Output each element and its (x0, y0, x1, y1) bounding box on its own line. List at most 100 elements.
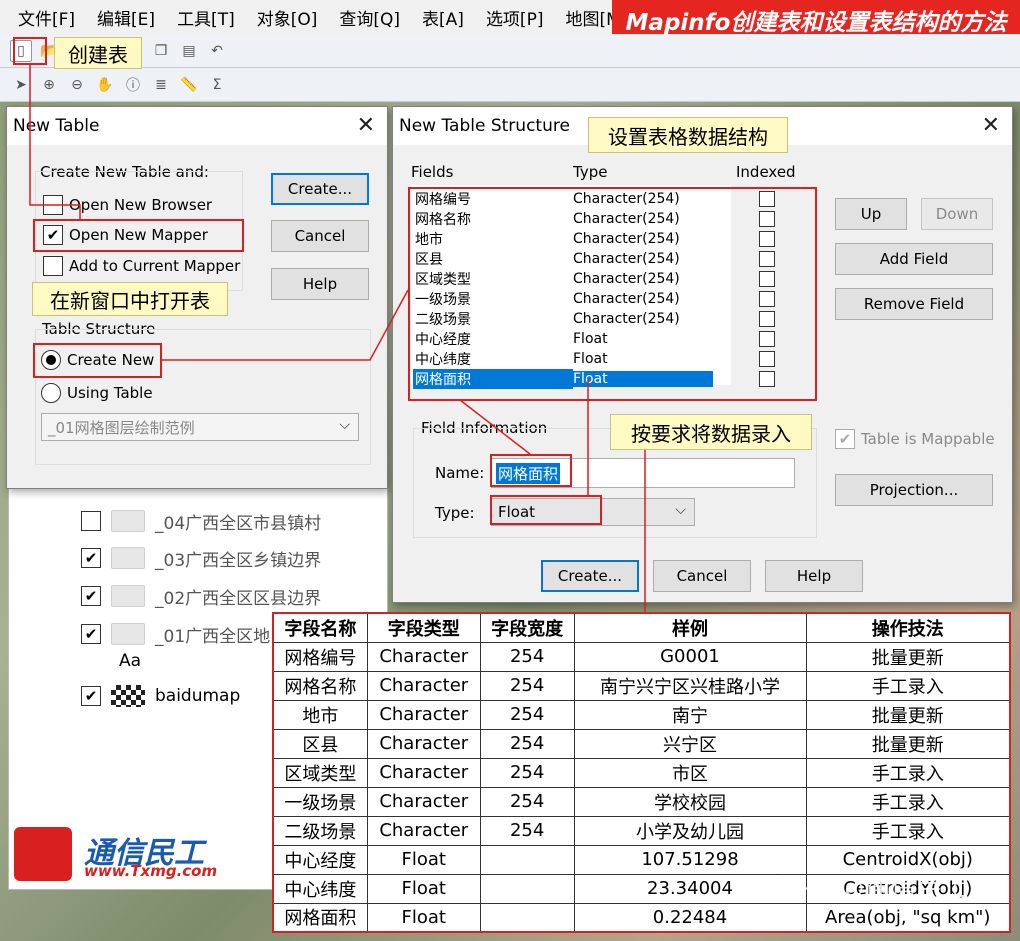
using-table-radio[interactable]: Using Table (41, 383, 153, 403)
layer-row[interactable]: ✔ _01广西全区地 (81, 619, 270, 649)
layer-name: _03广西全区乡镇边界 (155, 550, 322, 571)
up-button[interactable]: Up (835, 198, 907, 230)
create-button[interactable]: Create... (271, 173, 369, 205)
type-header: Type (573, 163, 608, 181)
layer-row[interactable]: ✔ baidumap (81, 681, 240, 711)
pan-icon[interactable]: ✋ (94, 74, 116, 96)
chevron-down-icon: ⌵ (339, 417, 350, 433)
copy-icon[interactable]: ❐ (150, 40, 172, 62)
sum-icon[interactable]: Σ (206, 74, 228, 96)
menu-table[interactable]: 表[A] (412, 5, 476, 30)
layer-checkbox[interactable]: ✔ (81, 586, 101, 606)
cancel-button[interactable]: Cancel (653, 560, 751, 592)
radio[interactable] (41, 383, 61, 403)
highlight-fields-list (408, 187, 817, 401)
cancel-button[interactable]: Cancel (271, 220, 369, 252)
folder-icon (111, 623, 145, 645)
table-header: 字段名称 (272, 612, 368, 643)
highlight-create-new (33, 343, 162, 378)
table-row: 网格面积 Float 0.22484 Area(obj, "sq km") (272, 902, 1011, 933)
projection-button[interactable]: Projection... (835, 474, 993, 506)
annotation-set-structure: 设置表格数据结构 (588, 117, 788, 153)
zoom-in-icon[interactable]: ⊕ (38, 74, 60, 96)
undo-icon[interactable]: ↶ (206, 40, 228, 62)
add-field-button[interactable]: Add Field (835, 243, 993, 275)
help-button[interactable]: Help (765, 560, 863, 592)
watermark: 知乎 @通信民工 (778, 874, 969, 904)
menu-query[interactable]: 查询[Q] (329, 5, 412, 30)
dialog-title: New Table (13, 116, 100, 136)
annotation-enter-data: 按要求将数据录入 (610, 414, 812, 450)
checkbox[interactable] (43, 195, 63, 215)
folder-icon (111, 510, 145, 532)
highlight-field-type (490, 495, 602, 525)
using-table-select: _01网格图层绘制范例 ⌵ (41, 413, 359, 441)
indexed-header: Indexed (736, 163, 796, 181)
menu-options[interactable]: 选项[P] (476, 5, 556, 30)
layer-control-icon[interactable]: ≣ (150, 74, 172, 96)
annotation-open-new-window: 在新窗口中打开表 (32, 282, 228, 316)
table-row: 一级场景 Character 254 学校校园 手工录入 (272, 786, 1011, 817)
table-row: 网格名称 Character 254 南宁兴宁区兴桂路小学 手工录入 (272, 670, 1011, 701)
table-header: 字段类型 (366, 612, 481, 643)
create-button[interactable]: Create... (541, 560, 639, 592)
layer-name: _02广西全区区县边界 (155, 588, 322, 609)
annotation-create-table: 创建表 (54, 37, 142, 69)
fields-header: Fields (411, 163, 454, 181)
table-header: 样例 (573, 612, 807, 643)
layer-row[interactable]: ✔ _02广西全区区县边界 (81, 581, 321, 611)
table-header-row: 字段名称 字段类型 字段宽度 样例 操作技法 (272, 612, 1011, 643)
name-label: Name: (435, 464, 485, 482)
table-row: 地市 Character 254 南宁 批量更新 (272, 699, 1011, 730)
layer-checkbox[interactable] (81, 511, 101, 531)
layer-row[interactable]: _04广西全区市县镇村 (81, 506, 321, 536)
down-button[interactable]: Down (921, 198, 993, 230)
open-browser-option[interactable]: Open New Browser (43, 195, 212, 215)
table-header: 操作技法 (805, 612, 1011, 643)
layer-name: baidumap (155, 686, 241, 706)
checkbox[interactable] (43, 256, 63, 276)
help-button[interactable]: Help (271, 268, 369, 300)
layer-name: _04广西全区市县镇村 (155, 513, 322, 534)
chevron-down-icon: ⌵ (675, 502, 686, 518)
folder-icon (111, 585, 145, 607)
layer-name: _01广西全区地 (155, 626, 271, 647)
dialog-titlebar: New Table ✕ (7, 107, 387, 145)
layer-checkbox[interactable]: ✔ (81, 624, 101, 644)
menu-objects[interactable]: 对象[O] (247, 5, 330, 30)
info-icon[interactable]: ⓘ (122, 74, 144, 96)
close-icon[interactable]: ✕ (982, 113, 1000, 138)
main-toolbar: ▯ 📂 ▣ ⎙ ✂ ❐ ▤ ↶ (0, 34, 1020, 68)
remove-field-button[interactable]: Remove Field (835, 288, 993, 320)
type-label: Type: (435, 504, 475, 522)
table-row: 网格编号 Character 254 G0001 批量更新 (272, 641, 1011, 672)
table-row: 区县 Character 254 兴宁区 批量更新 (272, 728, 1011, 759)
label-layer-icon: Aa (119, 651, 142, 671)
checkbox[interactable]: ✔ (835, 429, 855, 449)
menu-edit[interactable]: 编辑[E] (87, 5, 167, 30)
logo-icon (14, 827, 72, 881)
ruler-icon[interactable]: 📏 (178, 74, 200, 96)
logo-url: www.Txmg.com (84, 862, 218, 880)
layer-checkbox[interactable]: ✔ (81, 548, 101, 568)
map-toolbar: ➤ ⊕ ⊖ ✋ ⓘ ≣ 📏 Σ (0, 68, 1020, 102)
mappable-option[interactable]: ✔ Table is Mappable (835, 429, 995, 449)
zoom-out-icon[interactable]: ⊖ (66, 74, 88, 96)
menu-tools[interactable]: 工具[T] (167, 5, 247, 30)
layer-checkbox[interactable]: ✔ (81, 686, 101, 706)
table-row: 二级场景 Character 254 小学及幼儿园 手工录入 (272, 815, 1011, 846)
folder-icon (111, 547, 145, 569)
highlight-open-mapper (33, 219, 244, 252)
highlight-new-table (13, 37, 47, 65)
checker-icon (111, 685, 145, 707)
table-row: 区域类型 Character 254 市区 手工录入 (272, 757, 1011, 788)
table-header: 字段宽度 (479, 612, 575, 643)
highlight-field-name (490, 454, 572, 487)
add-current-mapper-option[interactable]: Add to Current Mapper (43, 256, 240, 276)
close-icon[interactable]: ✕ (357, 113, 375, 138)
select-icon[interactable]: ➤ (10, 74, 32, 96)
dialog-title: New Table Structure (399, 116, 570, 136)
menu-file[interactable]: 文件[F] (8, 5, 87, 30)
layer-row[interactable]: ✔ _03广西全区乡镇边界 (81, 543, 321, 573)
paste-icon[interactable]: ▤ (178, 40, 200, 62)
